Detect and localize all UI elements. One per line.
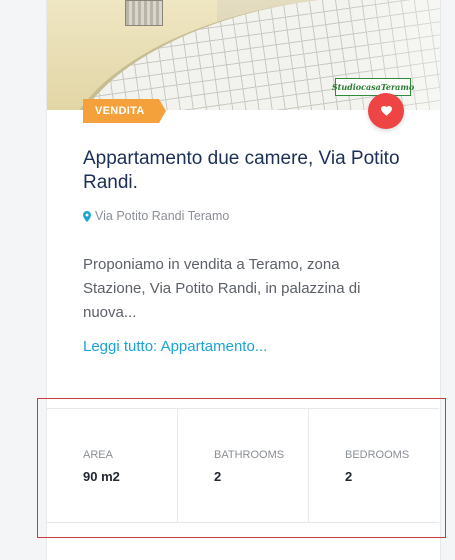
read-more-link[interactable]: Leggi tutto: Appartamento... (83, 338, 267, 355)
photo-door (125, 0, 163, 26)
listing-description: Proponiamo in vendita a Teramo, zona Sta… (83, 256, 361, 321)
address-text: Via Potito Randi Teramo (95, 209, 230, 223)
agency-watermark: StudiocasaTeramo (332, 78, 414, 96)
listing-address: Via Potito Randi Teramo (83, 209, 229, 223)
map-pin-icon (83, 210, 91, 222)
status-badge: VENDITA (83, 99, 166, 123)
highlight-outline (37, 398, 446, 538)
favorite-button[interactable] (368, 93, 404, 129)
heart-icon (380, 106, 392, 116)
listing-title[interactable]: Appartamento due camere, Via Potito Rand… (83, 147, 413, 195)
